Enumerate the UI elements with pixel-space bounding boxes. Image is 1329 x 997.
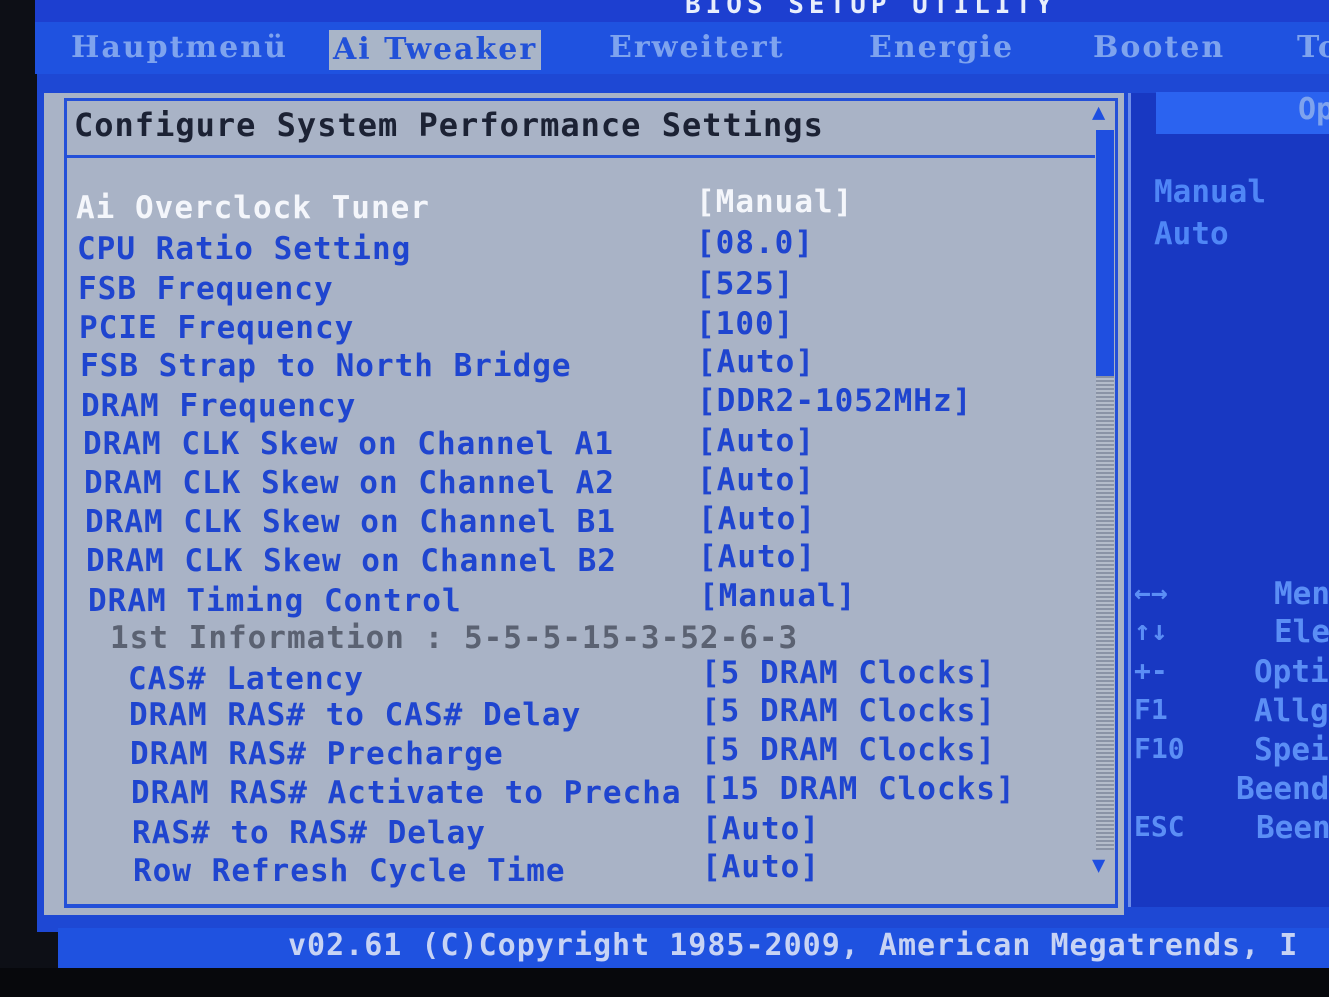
section-title: Configure System Performance Settings — [74, 106, 824, 144]
setting-value[interactable]: [DDR2-1052MHz] — [697, 383, 972, 419]
options-header: Op — [1156, 92, 1329, 134]
setting-value[interactable]: [Auto] — [697, 423, 815, 459]
scroll-down-arrow-icon[interactable]: ▼ — [1092, 853, 1105, 878]
key-help-exit-line: Beend — [1134, 771, 1329, 807]
key-help-general: F1 Allg — [1134, 693, 1329, 729]
copyright-footer: v02.61 (C)Copyright 1985-2009, American … — [58, 928, 1329, 968]
key-description: Opti — [1254, 654, 1329, 690]
setting-label: DRAM CLK Skew on Channel A1 — [83, 426, 614, 462]
title-strip: BIOS SETUP UTILITY — [35, 0, 1329, 22]
setting-label: DRAM CLK Skew on Channel B1 — [85, 504, 616, 540]
setting-label: Row Refresh Cycle Time — [133, 853, 566, 889]
setting-value[interactable]: [5 DRAM Clocks] — [701, 732, 996, 768]
key-help-save: F10 Spei — [1134, 732, 1329, 768]
screen-bezel-bottom — [0, 968, 1329, 997]
setting-value[interactable]: [Auto] — [702, 811, 820, 847]
scroll-up-arrow-icon[interactable]: ▲ — [1092, 100, 1105, 125]
setting-value[interactable]: [15 DRAM Clocks] — [701, 771, 1016, 807]
key-help-select-item: ↑↓ Ele — [1134, 614, 1329, 650]
setting-value[interactable]: [Manual] — [699, 578, 856, 614]
setting-label: DRAM RAS# to CAS# Delay — [129, 697, 582, 733]
key-label: ESC — [1134, 810, 1185, 843]
tab-tools[interactable]: To — [1297, 28, 1329, 72]
setting-value[interactable]: [5 DRAM Clocks] — [701, 655, 996, 691]
setting-label: PCIE Frequency — [79, 310, 355, 346]
key-help-select-menu: ←→ Men — [1134, 576, 1329, 612]
setting-value[interactable]: [Auto] — [697, 462, 815, 498]
setting-value[interactable]: [100] — [696, 306, 794, 342]
key-label: F1 — [1134, 693, 1168, 726]
setting-value[interactable]: [Auto] — [702, 849, 820, 885]
setting-label: DRAM CLK Skew on Channel B2 — [86, 543, 617, 579]
key-help-change-option: +- Opti — [1134, 654, 1329, 690]
setting-value[interactable]: [525] — [696, 266, 794, 302]
copyright-text: v02.61 (C)Copyright 1985-2009, American … — [288, 928, 1299, 963]
tab-erweitert[interactable]: Erweitert — [609, 28, 785, 72]
setting-label: CPU Ratio Setting — [77, 231, 412, 267]
arrows-left-right-icon: ←→ — [1134, 576, 1168, 609]
tab-energie[interactable]: Energie — [869, 28, 1014, 72]
key-label: +- — [1134, 654, 1168, 687]
setting-label: DRAM RAS# Activate to Precha — [131, 775, 682, 811]
scrollbar-thumb[interactable] — [1096, 130, 1114, 376]
key-help-esc: ESC Been — [1134, 810, 1329, 846]
tab-hauptmenue[interactable]: Hauptmenü — [71, 28, 288, 72]
setting-label: DRAM Timing Control — [88, 583, 462, 619]
key-description: Men — [1274, 576, 1329, 612]
setting-label: DRAM CLK Skew on Channel A2 — [84, 465, 615, 501]
option-auto: Auto — [1154, 216, 1229, 252]
key-description: Allg — [1254, 693, 1329, 729]
setting-label: Ai Overclock Tuner — [76, 190, 430, 226]
option-manual: Manual — [1154, 174, 1266, 210]
setting-label: FSB Strap to North Bridge — [80, 348, 572, 384]
setting-value[interactable]: [Auto] — [698, 501, 816, 537]
key-description: Been — [1256, 810, 1329, 846]
bios-title: BIOS SETUP UTILITY — [685, 0, 1057, 20]
key-description: Spei — [1254, 732, 1329, 768]
key-description: Beend — [1236, 771, 1329, 807]
title-divider — [67, 155, 1095, 158]
setting-value[interactable]: [08.0] — [696, 225, 814, 261]
options-header-text: Op — [1298, 92, 1329, 127]
setting-label: DRAM Frequency — [81, 388, 357, 424]
setting-label: RAS# to RAS# Delay — [132, 815, 486, 851]
setting-label: FSB Frequency — [78, 271, 334, 307]
setting-value[interactable]: [Auto] — [698, 539, 816, 575]
key-label: F10 — [1134, 732, 1185, 765]
menu-tab-bar: Hauptmenü Ai Tweaker Erweitert Energie B… — [35, 22, 1329, 74]
arrows-up-down-icon: ↑↓ — [1134, 614, 1168, 647]
setting-label: CAS# Latency — [128, 661, 364, 697]
setting-label: DRAM RAS# Precharge — [130, 736, 504, 772]
tab-booten[interactable]: Booten — [1093, 28, 1225, 72]
tab-ai-tweaker[interactable]: Ai Tweaker — [329, 30, 542, 70]
setting-value[interactable]: [Auto] — [697, 344, 815, 380]
setting-value[interactable]: [Manual] — [696, 184, 853, 220]
timing-info-text: 1st Information : 5-5-5-15-3-52-6-3 — [110, 620, 799, 656]
key-description: Ele — [1274, 614, 1329, 650]
setting-value[interactable]: [5 DRAM Clocks] — [701, 693, 996, 729]
